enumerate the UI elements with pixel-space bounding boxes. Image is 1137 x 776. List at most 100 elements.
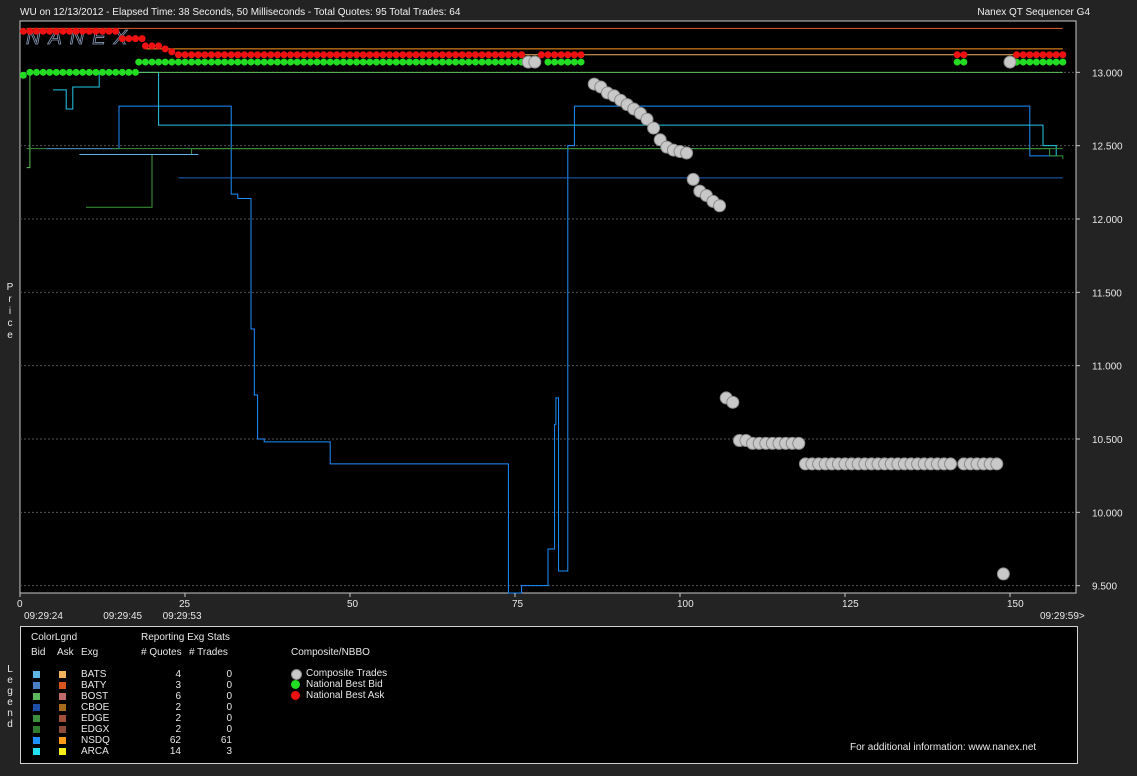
nba-point <box>412 51 420 59</box>
nbb-point <box>577 58 585 66</box>
x-time-label: 09:29:24 <box>24 611 63 622</box>
exchange-name: ARCA <box>81 746 109 757</box>
nba-point <box>339 51 347 59</box>
nba-point <box>201 51 209 59</box>
nbb-point <box>155 58 163 66</box>
nbb-point <box>300 58 308 66</box>
nbb-point <box>79 68 87 76</box>
nbb-point <box>405 58 413 66</box>
trade-count: 0 <box>226 691 232 702</box>
nbb-point <box>141 58 149 66</box>
nbb-point <box>287 58 295 66</box>
nba-point <box>39 27 47 35</box>
nba-point <box>346 51 354 59</box>
nbb-point <box>478 58 486 66</box>
bid-swatch <box>33 715 40 722</box>
composite-label: National Best Bid <box>306 679 383 690</box>
nbb-point <box>399 58 407 66</box>
nbb-point <box>194 58 202 66</box>
y-tick-label: 10.000 <box>1092 508 1123 519</box>
nbb-point <box>254 58 262 66</box>
nbb-point <box>564 58 572 66</box>
legend-letter: n <box>7 708 13 719</box>
nbb-point <box>432 58 440 66</box>
bid-swatch <box>33 682 40 689</box>
nba-point <box>511 51 519 59</box>
trade-point <box>990 457 1004 471</box>
nbb-point <box>306 58 314 66</box>
quote-count: 2 <box>175 713 181 724</box>
nbb-point <box>960 58 968 66</box>
nba-point <box>227 51 235 59</box>
nba-point <box>161 45 169 53</box>
trade-point <box>713 199 727 213</box>
nbb-point <box>313 58 321 66</box>
nba-point <box>491 51 499 59</box>
nba-point <box>452 51 460 59</box>
x-tick-label: 0 <box>17 599 23 610</box>
nba-point <box>112 27 120 35</box>
stats-title: Reporting Exg Stats <box>141 632 230 643</box>
quote-count: 4 <box>175 669 181 680</box>
nbb-point <box>214 58 222 66</box>
bid-swatch <box>33 671 40 678</box>
trade-point <box>686 172 700 186</box>
nba-point <box>141 42 149 50</box>
nba-point <box>551 51 559 59</box>
nbb-point <box>392 58 400 66</box>
nbb-point <box>240 58 248 66</box>
nbb-point <box>445 58 453 66</box>
composite-dot <box>291 669 302 680</box>
nba-point <box>544 51 552 59</box>
nba-point <box>26 27 34 35</box>
nbb-point <box>112 68 120 76</box>
nbb-point <box>557 58 565 66</box>
nba-point <box>174 51 182 59</box>
nba-point <box>194 51 202 59</box>
nbb-point <box>1026 58 1034 66</box>
nba-point <box>392 51 400 59</box>
nba-point <box>72 27 80 35</box>
nba-point <box>564 51 572 59</box>
y-tick-label: 12.000 <box>1092 215 1123 226</box>
footer-link[interactable]: For additional information: www.nanex.ne… <box>850 742 1036 753</box>
nba-point <box>52 27 60 35</box>
nba-point <box>313 51 321 59</box>
nbb-point <box>372 58 380 66</box>
trade-count: 0 <box>226 724 232 735</box>
nba-point <box>155 42 163 50</box>
nbb-point <box>491 58 499 66</box>
trade-count: 61 <box>220 735 232 746</box>
nba-point <box>214 51 222 59</box>
nbb-point <box>52 68 60 76</box>
nbb-point <box>498 58 506 66</box>
y-tick-label: 11.500 <box>1092 288 1122 299</box>
col-bid: Bid <box>31 647 46 658</box>
nba-point <box>280 51 288 59</box>
col-exg: Exg <box>81 647 99 658</box>
x-tick-label: 25 <box>179 599 191 610</box>
nba-point <box>326 51 334 59</box>
nbb-point <box>33 68 40 76</box>
nbb-point <box>125 68 133 76</box>
nba-point <box>207 51 215 59</box>
nba-point <box>405 51 413 59</box>
nbb-point <box>161 58 169 66</box>
exchange-name: EDGE <box>81 713 110 724</box>
ask-swatch <box>59 715 66 722</box>
nba-point <box>478 51 486 59</box>
nbb-point <box>46 68 54 76</box>
nbb-point <box>260 58 268 66</box>
nbb-point <box>419 58 427 66</box>
quote-count: 14 <box>169 746 181 757</box>
nbb-point <box>247 58 255 66</box>
nba-point <box>557 51 565 59</box>
exchange-name: BOST <box>81 691 109 702</box>
composite-dot <box>291 691 300 700</box>
nbb-point <box>221 58 229 66</box>
nba-point <box>234 51 242 59</box>
nba-point <box>379 51 387 59</box>
ask-swatch <box>59 682 66 689</box>
x-tick-label: 150 <box>1007 599 1024 610</box>
ask-swatch <box>59 748 66 755</box>
